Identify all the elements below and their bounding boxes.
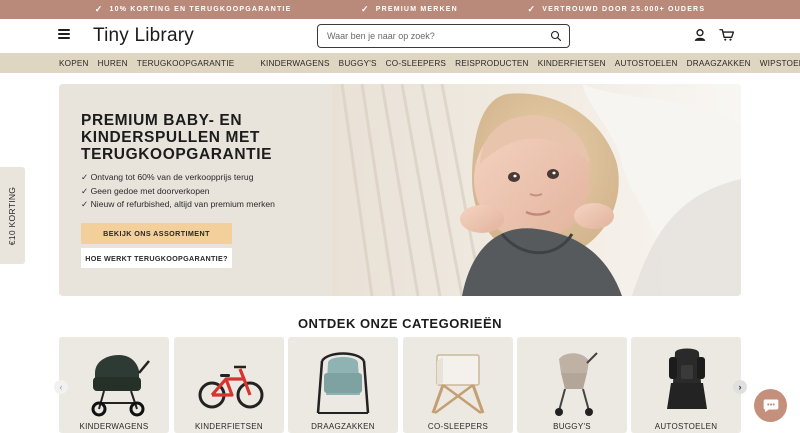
category-label: KINDERFIETSEN — [195, 422, 263, 431]
category-card-draagzakken[interactable]: DRAAGZAKKEN — [288, 337, 398, 433]
category-carousel: KINDERWAGENS KINDERFIETSEN DRAAGZAKKEN C… — [59, 337, 741, 433]
nav-link-huren[interactable]: HUREN — [98, 59, 128, 68]
user-icon[interactable] — [693, 28, 707, 42]
hero-benefit: ✓ Nieuw of refurbished, altijd van premi… — [81, 199, 275, 209]
category-card-kinderfietsen[interactable]: KINDERFIETSEN — [174, 337, 284, 433]
check-icon: ✓ — [527, 4, 537, 14]
hero-benefits: ✓ Ontvang tot 60% van de verkoopprijs te… — [81, 171, 326, 212]
hero-title: PREMIUM BABY- EN KINDERSPULLEN MET TERUG… — [81, 112, 273, 163]
chevron-right-icon: › — [738, 382, 742, 392]
category-label: BUGGY'S — [553, 422, 591, 431]
category-card-buggys[interactable]: BUGGY'S — [517, 337, 627, 433]
promo-item: ✓ 10% KORTING EN TERUGKOOPGARANTIE — [95, 4, 292, 15]
chat-icon — [763, 399, 778, 413]
promo-bar: ✓ 10% KORTING EN TERUGKOOPGARANTIE ✓ PREMI… — [0, 0, 800, 19]
cart-icon[interactable] — [719, 28, 735, 42]
search-icon[interactable] — [550, 30, 562, 42]
nav-group-shop: KOPEN HUREN TERUGKOOPGARANTIE — [59, 59, 234, 68]
nav-link-kinderwagens[interactable]: KINDERWAGENS — [260, 59, 329, 68]
site-logo[interactable]: Tiny Library — [93, 25, 194, 47]
nav-link-kopen[interactable]: KOPEN — [59, 59, 89, 68]
nav-link-reisproducten[interactable]: REISPRODUCTEN — [455, 59, 529, 68]
category-card-kinderwagens[interactable]: KINDERWAGENS — [59, 337, 169, 433]
buggy-image — [555, 352, 598, 416]
nav-link-kinderfietsen[interactable]: KINDERFIETSEN — [538, 59, 606, 68]
side-tab-label: €10 KORTING — [7, 186, 18, 245]
category-card-autostoelen[interactable]: AUTOSTOELEN — [631, 337, 741, 433]
nav-link-buggys[interactable]: BUGGY'S — [339, 59, 377, 68]
promo-item: ✓ VERTROUWD DOOR 25.000+ OUDERS — [527, 4, 705, 15]
check-icon: ✓ — [94, 4, 104, 14]
category-label: DRAAGZAKKEN — [311, 422, 375, 431]
promo-text: VERTROUWD DOOR 25.000+ OUDERS — [542, 6, 706, 13]
search-bar — [317, 24, 570, 48]
category-label: AUTOSTOELEN — [654, 422, 718, 431]
carousel-next-button[interactable]: › — [733, 380, 747, 394]
nav-link-autostoelen[interactable]: AUTOSTOELEN — [615, 59, 678, 68]
search-input[interactable] — [318, 31, 538, 41]
how-it-works-button[interactable]: HOE WERKT TERUGKOOPGARANTIE? — [81, 248, 232, 268]
hero-text: PREMIUM BABY- EN KINDERSPULLEN MET TERUG… — [81, 112, 326, 212]
discount-side-tab[interactable]: €10 KORTING — [0, 167, 25, 264]
baby-carrier-image — [316, 352, 370, 414]
nav-link-terugkoopgarantie[interactable]: TERUGKOOPGARANTIE — [137, 59, 235, 68]
carousel-prev-button[interactable]: ‹ — [54, 380, 68, 394]
baby-photo — [332, 84, 741, 296]
car-seat-image — [667, 348, 707, 409]
category-card-co-sleepers[interactable]: CO-SLEEPERS — [403, 337, 513, 433]
chevron-left-icon: ‹ — [59, 382, 63, 392]
co-sleeper-image — [431, 354, 485, 415]
category-label: CO-SLEEPERS — [427, 422, 489, 431]
check-icon: ✓ — [361, 4, 370, 14]
hero-benefit: ✓ Geen gedoe met doorverkopen — [81, 185, 210, 196]
hero-banner: PREMIUM BABY- EN KINDERSPULLEN MET TERUG… — [59, 84, 741, 296]
category-nav: KOPEN HUREN TERUGKOOPGARANTIE KINDERWAGE… — [0, 53, 800, 73]
promo-text: PREMIUM MERKEN — [375, 6, 458, 13]
site-header: Tiny Library — [0, 19, 800, 53]
nav-link-co-sleepers[interactable]: CO-SLEEPERS — [386, 59, 446, 68]
hero-benefit: ✓ Ontvang tot 60% van de verkoopprijs te… — [81, 172, 254, 182]
nav-link-draagzakken[interactable]: DRAAGZAKKEN — [687, 59, 751, 68]
hero-image — [332, 84, 741, 296]
promo-item: ✓ PREMIUM MERKEN — [361, 4, 458, 15]
category-label: KINDERWAGENS — [79, 422, 149, 431]
nav-link-wipstoelen[interactable]: WIPSTOELEN — [760, 59, 800, 68]
chat-button[interactable] — [754, 389, 787, 422]
stroller-image — [91, 355, 150, 417]
categories-title: ONTDEK ONZE CATEGORIEËN — [297, 316, 503, 331]
shop-assortment-button[interactable]: BEKIJK ONS ASSORTIMENT — [81, 223, 232, 244]
nav-group-categories: KINDERWAGENS BUGGY'S CO-SLEEPERS REISPRO… — [260, 59, 800, 68]
kids-bike-image — [198, 365, 264, 409]
hamburger-icon[interactable] — [58, 29, 70, 39]
promo-text: 10% KORTING EN TERUGKOOPGARANTIE — [109, 6, 292, 13]
